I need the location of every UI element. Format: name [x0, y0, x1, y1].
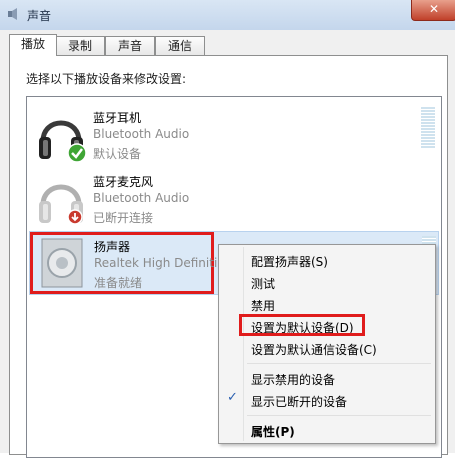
device-driver: Bluetooth Audio [93, 127, 190, 141]
checkmark-icon: ✓ [227, 390, 238, 405]
menu-item-set-default-communication-device[interactable]: 设置为默认通信设备(C) [251, 341, 377, 358]
menu-item-test[interactable]: 测试 [251, 275, 275, 292]
context-menu: 配置扬声器(S) 测试 禁用 设置为默认设备(D) 设置为默认通信设备(C) 显… [218, 244, 436, 444]
menu-item-show-disconnected-devices[interactable]: 显示已断开的设备 [251, 393, 347, 410]
menu-gutter [243, 247, 244, 441]
red-down-arrow-badge-icon [67, 209, 83, 225]
close-button[interactable]: ✕ [411, 0, 455, 21]
instruction-text: 选择以下播放设备来修改设置: [26, 72, 187, 86]
device-name: 扬声器 [94, 240, 131, 254]
device-driver: Realtek High Definiti [94, 256, 218, 270]
menu-item-disable[interactable]: 禁用 [251, 297, 275, 314]
tab-sounds[interactable]: 声音 [105, 36, 155, 55]
menu-separator [247, 415, 431, 416]
device-driver: Bluetooth Audio [93, 191, 190, 205]
device-status: 已断开连接 [93, 211, 154, 225]
menu-separator [247, 363, 431, 364]
device-item-bluetooth-headset[interactable]: 蓝牙耳机 Bluetooth Audio 默认设备 [29, 103, 437, 167]
device-status: 默认设备 [93, 147, 142, 161]
annotation-red-box-default-device [239, 314, 365, 336]
menu-item-configure-speakers[interactable]: 配置扬声器(S) [251, 253, 328, 270]
tab-recording[interactable]: 录制 [55, 36, 105, 55]
tab-playback[interactable]: 播放 [9, 34, 57, 56]
menu-item-properties[interactable]: 属性(P) [251, 423, 295, 440]
menu-item-show-disabled-devices[interactable]: 显示禁用的设备 [251, 371, 335, 388]
device-name: 蓝牙麦克风 [93, 175, 154, 189]
speaker-icon [41, 238, 83, 288]
speaker-app-icon [8, 8, 17, 20]
device-item-bluetooth-mic[interactable]: 蓝牙麦克风 Bluetooth Audio 已断开连接 [29, 167, 437, 231]
tab-communications[interactable]: 通信 [155, 36, 205, 55]
green-check-badge-icon [67, 143, 87, 163]
volume-meter [421, 107, 435, 149]
device-status: 准备就绪 [94, 276, 143, 290]
title-bar: 声音 ✕ [0, 0, 455, 31]
window-title: 声音 [27, 9, 52, 23]
device-name: 蓝牙耳机 [93, 111, 142, 125]
